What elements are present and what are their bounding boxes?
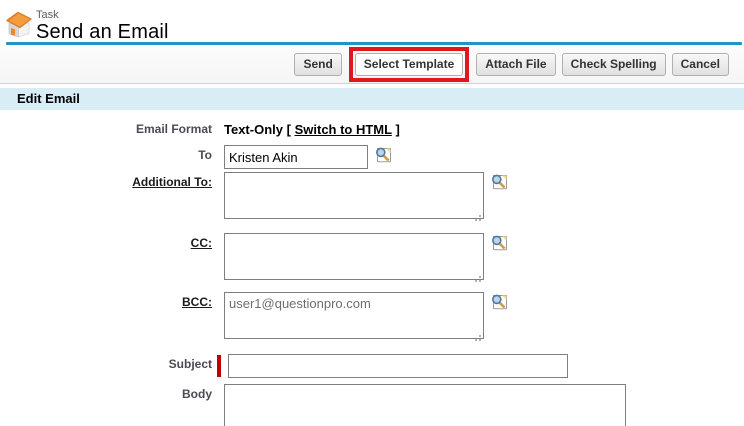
additional-to-textarea[interactable] <box>224 172 484 219</box>
section-header-edit-email: Edit Email <box>0 88 744 110</box>
cc-textarea[interactable] <box>224 233 484 280</box>
subject-input[interactable] <box>228 354 568 378</box>
subject-label: Subject <box>0 354 212 371</box>
email-format-current: Text-Only <box>224 122 283 137</box>
to-row: To <box>0 145 744 169</box>
send-email-page: Task Send an Email Send Select Template … <box>0 0 744 426</box>
body-wrap <box>224 384 626 426</box>
resize-grip-icon[interactable] <box>473 333 482 342</box>
highlight-box: Select Template <box>349 47 469 82</box>
resize-grip-icon[interactable] <box>473 274 482 283</box>
email-format-row: Email Format Text-Only [ Switch to HTML … <box>0 119 744 137</box>
select-template-button[interactable]: Select Template <box>355 53 463 76</box>
bcc-field: user1@questionpro.com <box>224 292 508 344</box>
cc-row: CC: <box>0 233 744 285</box>
cc-wrap <box>224 233 484 285</box>
email-format-label: Email Format <box>0 119 212 136</box>
button-toolbar: Send Select Template Attach File Check S… <box>0 45 744 84</box>
body-field <box>224 384 626 426</box>
attach-file-button[interactable]: Attach File <box>476 53 555 76</box>
to-lookup-icon[interactable] <box>374 146 392 164</box>
cc-label[interactable]: CC: <box>0 233 212 250</box>
bcc-row: BCC: user1@questionpro.com <box>0 292 744 344</box>
bcc-textarea[interactable]: user1@questionpro.com <box>224 292 484 339</box>
bracket-right: ] <box>395 122 399 137</box>
additional-to-row: Additional To: <box>0 172 744 224</box>
body-textarea[interactable] <box>224 384 626 426</box>
bcc-wrap: user1@questionpro.com <box>224 292 484 344</box>
to-field <box>224 145 392 169</box>
record-type-label: Task <box>36 8 169 21</box>
to-input[interactable] <box>224 145 368 169</box>
page-title: Send an Email <box>36 21 169 44</box>
cancel-button[interactable]: Cancel <box>672 53 729 76</box>
resize-grip-icon[interactable] <box>473 213 482 222</box>
body-row: Body <box>0 384 744 426</box>
additional-to-lookup-icon[interactable] <box>490 173 508 191</box>
edit-email-form: Email Format Text-Only [ Switch to HTML … <box>0 110 744 426</box>
switch-to-html-link[interactable]: Switch to HTML <box>295 122 392 137</box>
email-format-field: Text-Only [ Switch to HTML ] <box>224 119 400 137</box>
bcc-label[interactable]: BCC: <box>0 292 212 309</box>
body-label: Body <box>0 384 212 401</box>
cc-lookup-icon[interactable] <box>490 234 508 252</box>
required-indicator <box>217 355 221 377</box>
additional-to-field <box>224 172 508 224</box>
check-spelling-button[interactable]: Check Spelling <box>562 53 666 76</box>
page-header: Task Send an Email <box>0 0 744 41</box>
send-button[interactable]: Send <box>294 53 341 76</box>
additional-to-wrap <box>224 172 484 224</box>
to-label: To <box>0 145 212 162</box>
title-block: Task Send an Email <box>36 8 169 44</box>
bracket-left: [ <box>287 122 291 137</box>
bcc-lookup-icon[interactable] <box>490 293 508 311</box>
subject-row: Subject <box>0 354 744 378</box>
additional-to-label[interactable]: Additional To: <box>0 172 212 189</box>
email-format-value: Text-Only [ Switch to HTML ] <box>224 119 400 137</box>
cc-field <box>224 233 508 285</box>
task-home-icon <box>5 10 33 38</box>
subject-field <box>217 354 568 378</box>
